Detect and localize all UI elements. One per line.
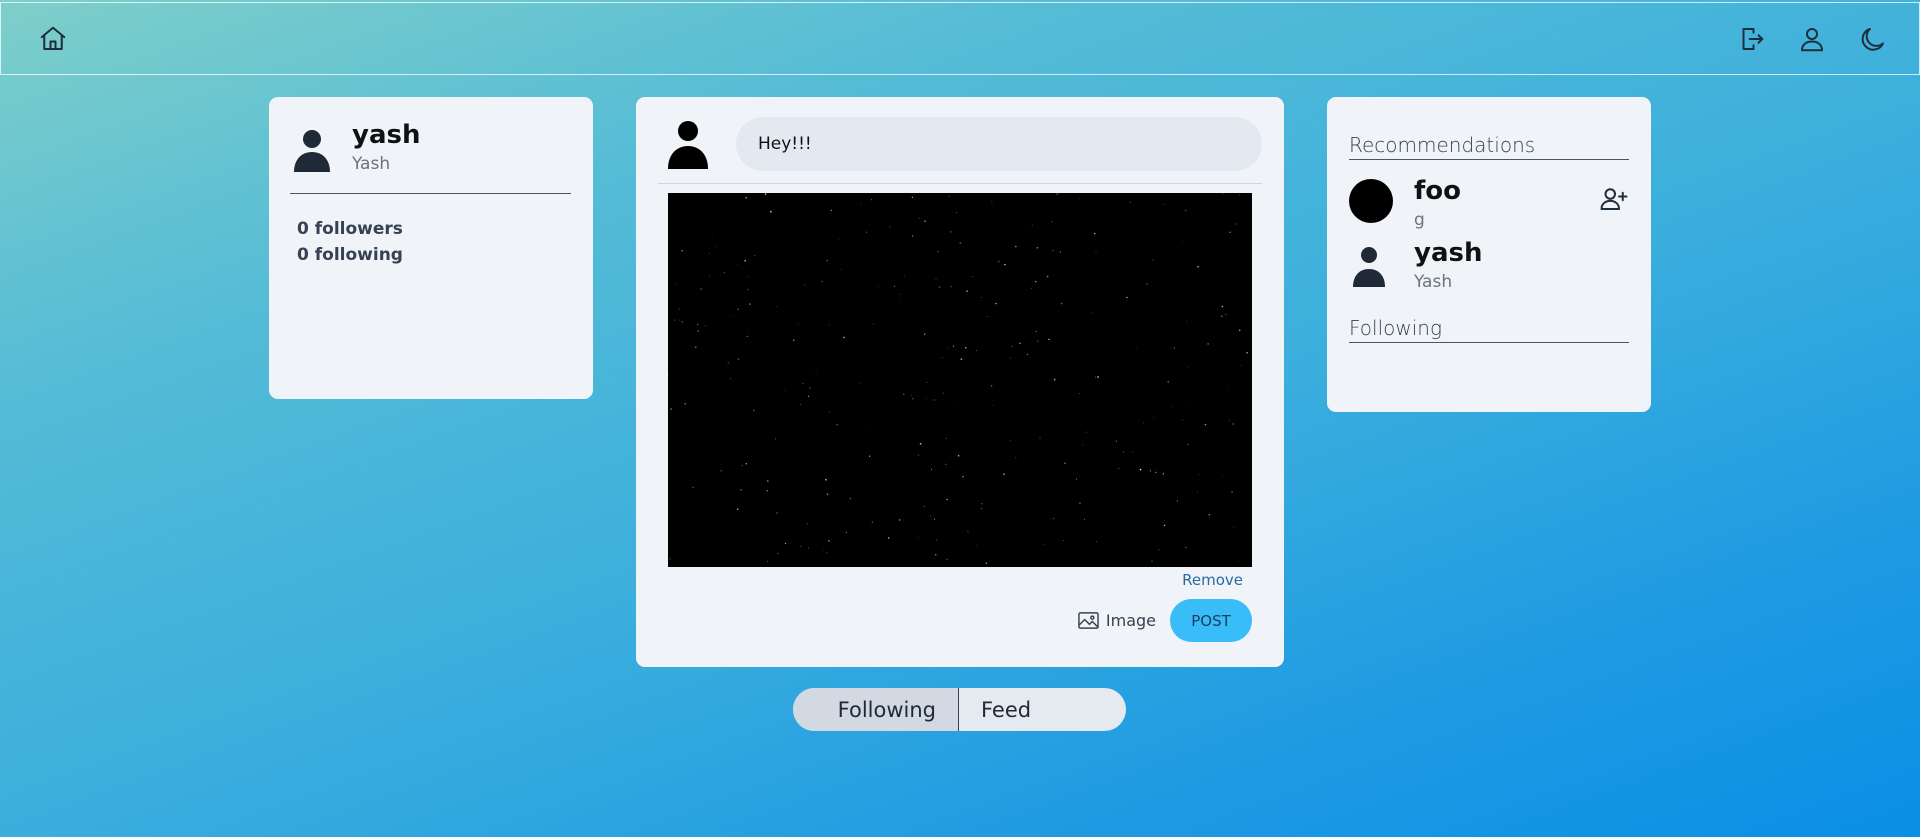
- tab-following[interactable]: Following: [793, 688, 959, 731]
- post-text-input[interactable]: [736, 116, 1262, 171]
- avatar: [1349, 179, 1393, 223]
- add-image-button[interactable]: Image: [1078, 611, 1156, 630]
- following-count[interactable]: 0 following: [297, 242, 571, 268]
- composer-input-row: [658, 116, 1262, 184]
- recommendations-card: Recommendations foo g yash Yash Followin…: [1327, 97, 1651, 412]
- profile-fullname: Yash: [352, 154, 391, 174]
- person-avatar-icon: [294, 130, 330, 172]
- composer-avatar: [666, 119, 710, 169]
- person-avatar-icon: [668, 120, 708, 169]
- profile-button[interactable]: [1796, 23, 1828, 55]
- home-icon: [40, 26, 66, 50]
- avatar: [1349, 243, 1389, 289]
- profile-username: yash: [352, 120, 421, 150]
- follow-button[interactable]: [1599, 184, 1629, 214]
- logout-button[interactable]: [1735, 23, 1767, 55]
- recommendations-title: Recommendations: [1349, 133, 1629, 160]
- logout-icon: [1742, 27, 1764, 50]
- person-avatar-icon: [1353, 247, 1385, 287]
- starfield-image: [668, 193, 1248, 567]
- remove-image-link[interactable]: Remove: [658, 571, 1262, 589]
- avatar: [290, 126, 334, 174]
- recommendation-item[interactable]: yash Yash: [1349, 238, 1629, 292]
- recommendation-names: yash Yash: [1414, 238, 1482, 292]
- profile-names: yash Yash: [352, 120, 420, 174]
- recommendation-item[interactable]: foo g: [1349, 176, 1629, 230]
- profile-card: yash Yash 0 followers 0 following: [269, 97, 593, 399]
- dark-mode-toggle[interactable]: [1857, 23, 1889, 55]
- followers-count[interactable]: 0 followers: [297, 216, 571, 242]
- recommendation-names: foo g: [1414, 176, 1461, 230]
- recommendation-sub: Yash: [1414, 272, 1453, 292]
- recommendation-sub: g: [1414, 210, 1425, 230]
- profile-stats: 0 followers 0 following: [290, 194, 571, 268]
- nav-actions: [1735, 23, 1889, 55]
- image-preview: [668, 193, 1252, 567]
- user-plus-icon: [1600, 188, 1628, 210]
- image-icon: [1078, 612, 1099, 629]
- following-title: Following: [1349, 316, 1629, 343]
- user-icon: [1801, 27, 1823, 51]
- feed-tabs: Following Feed: [793, 688, 1126, 731]
- tab-feed[interactable]: Feed: [959, 688, 1126, 731]
- post-button[interactable]: POST: [1170, 599, 1252, 642]
- recommendation-name: foo: [1414, 176, 1462, 206]
- add-image-label: Image: [1105, 611, 1156, 630]
- recommendation-name: yash: [1414, 238, 1483, 268]
- profile-header: yash Yash: [290, 120, 571, 194]
- post-composer: Remove Image POST: [636, 97, 1284, 667]
- composer-actions: Image POST: [658, 599, 1262, 642]
- top-navbar: [0, 2, 1920, 75]
- moon-icon: [1861, 27, 1884, 51]
- home-button[interactable]: [37, 23, 69, 55]
